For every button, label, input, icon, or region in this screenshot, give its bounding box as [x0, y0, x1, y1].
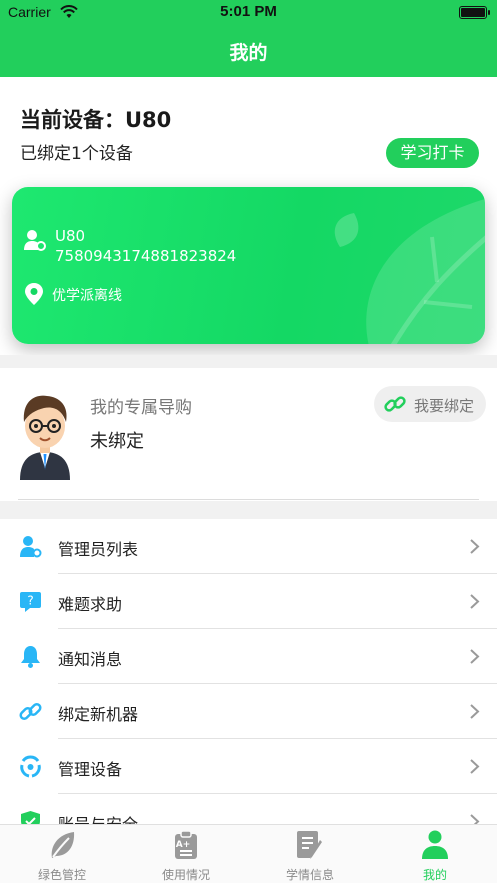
exclusive-guide-label: 我的专属导购 [90, 398, 192, 418]
chevron-right-icon [470, 594, 480, 609]
tab-label: 使用情况 [161, 868, 210, 882]
page-title: 我的 [229, 42, 268, 64]
menu-item-label: 账号与安全 [58, 811, 138, 824]
divider [18, 499, 479, 500]
chevron-right-icon [470, 759, 480, 774]
clock: 5:01 PM [220, 3, 277, 20]
tab-usage[interactable]: A+ 使用情况 [124, 825, 248, 883]
leaf-icon [51, 832, 75, 858]
shield-icon [21, 811, 40, 824]
chevron-right-icon [470, 814, 480, 824]
bind-guide-label: 我要绑定 [414, 397, 475, 415]
svg-text:A+: A+ [176, 840, 191, 850]
study-checkin-button[interactable]: 学习打卡 [386, 138, 479, 168]
document-icon [297, 831, 322, 859]
menu-item-label: 绑定新机器 [58, 705, 139, 724]
settings-menu: 管理员列表 ? 难题求助 通知消息 绑定新机器 管理设备 [0, 519, 497, 824]
exclusive-guide-section: 我的专属导购 未绑定 我要绑定 [0, 368, 497, 500]
device-card[interactable]: U80 7580943174881823824 优学派离线 [12, 187, 485, 344]
current-device-title: 当前设备：U80 [20, 108, 172, 132]
tab-label: 学情信息 [285, 868, 334, 882]
tab-bar: 绿色管控 A+ 使用情况 学情信息 我的 [0, 824, 497, 883]
status-bar: Carrier 5:01 PM [0, 0, 497, 26]
tab-green-control[interactable]: 绿色管控 [0, 825, 124, 883]
tab-study-info[interactable]: 学情信息 [248, 825, 372, 883]
menu-item-admin-list[interactable]: 管理员列表 [0, 519, 497, 574]
device-serial: 7580943174881823824 [55, 247, 237, 265]
chevron-right-icon [470, 649, 480, 664]
battery-icon [459, 6, 490, 19]
section-gap [0, 501, 497, 519]
device-model: U80 [55, 227, 86, 245]
tab-label: 我的 [422, 868, 447, 882]
chevron-right-icon [470, 704, 480, 719]
device-section: 当前设备：U80 已绑定1个设备 学习打卡 U80 75809431748818… [0, 77, 497, 355]
bell-icon [21, 646, 40, 668]
person-icon [422, 830, 448, 859]
menu-item-label: 通知消息 [58, 650, 123, 669]
menu-item-bind-new-device[interactable]: 绑定新机器 [0, 684, 497, 739]
chevron-right-icon [470, 539, 480, 554]
menu-item-label: 管理设备 [58, 760, 123, 779]
menu-item-notifications[interactable]: 通知消息 [0, 629, 497, 684]
menu-item-label: 管理员列表 [58, 540, 139, 559]
svg-text:?: ? [27, 594, 33, 608]
guide-bind-status: 未绑定 [90, 431, 144, 452]
bind-guide-button[interactable]: 我要绑定 [374, 386, 486, 422]
location-pin-icon [25, 283, 43, 305]
menu-item-manage-devices[interactable]: 管理设备 [0, 739, 497, 794]
admin-list-icon [20, 536, 42, 558]
admin-icon [24, 230, 46, 251]
section-gap [0, 355, 497, 368]
link-icon [19, 702, 42, 721]
menu-item-help[interactable]: ? 难题求助 [0, 574, 497, 629]
bound-device-count: 已绑定1个设备 [20, 144, 133, 164]
help-icon: ? [20, 592, 41, 612]
tab-mine[interactable]: 我的 [373, 825, 497, 883]
clipboard-icon: A+ [175, 830, 197, 859]
menu-item-account-security[interactable]: 账号与安全 [0, 794, 497, 824]
device-manage-icon [20, 755, 41, 778]
tab-label: 绿色管控 [37, 868, 86, 882]
avatar [20, 395, 70, 480]
device-status: 优学派离线 [52, 288, 122, 304]
nav-bar: 我的 [0, 26, 497, 77]
link-icon [384, 396, 406, 412]
menu-item-label: 难题求助 [58, 595, 123, 614]
leaf-decoration-icon [334, 199, 485, 344]
